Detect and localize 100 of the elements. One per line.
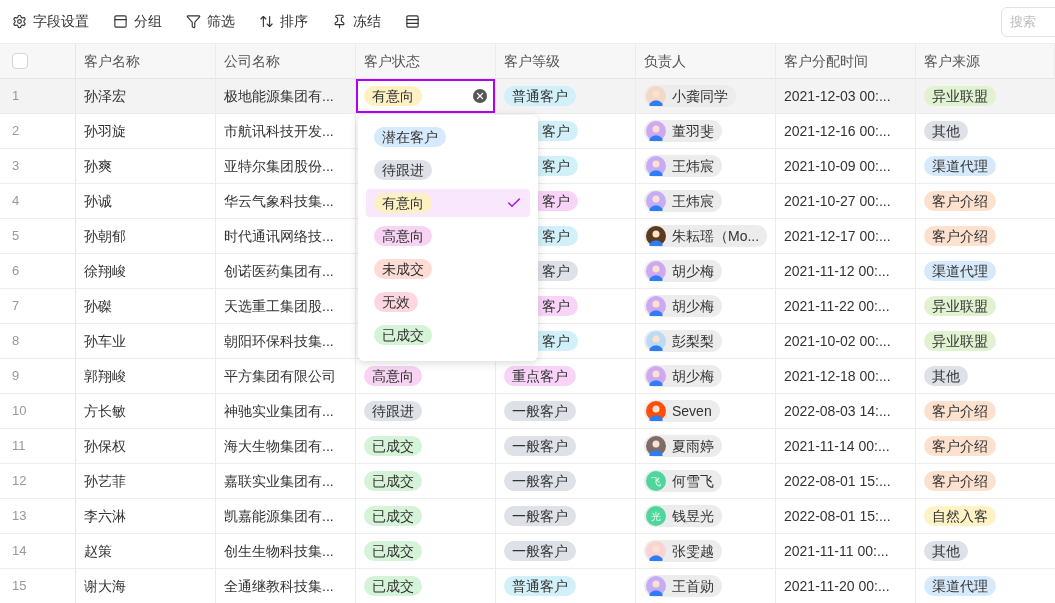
- status-tag: 已成交: [374, 325, 432, 345]
- level-tag: 客户: [538, 121, 578, 141]
- owner-chip: 胡少梅: [644, 295, 722, 317]
- source-tag: 渠道代理: [924, 156, 996, 176]
- table-cell-text: 亚特尔集团股份...: [224, 156, 334, 176]
- row-height-icon: [405, 14, 420, 29]
- table-cell-text: 凯嘉能源集团有...: [224, 506, 334, 526]
- table-cell-text: 方长敏: [84, 401, 126, 421]
- row-number: 12: [12, 472, 27, 491]
- column-header[interactable]: 客户名称: [84, 50, 140, 72]
- table-cell-text: 2021-11-22 00:...: [784, 296, 890, 316]
- level-tag: 客户: [538, 191, 578, 211]
- status-tag: 已成交: [364, 505, 422, 526]
- row-number: 4: [12, 192, 20, 211]
- table-cell-text: 市航讯科技开发...: [224, 121, 334, 141]
- panel-icon: [113, 14, 128, 29]
- level-tag: 重点客户: [504, 366, 576, 386]
- table-cell-text: 2022-08-01 15:...: [784, 471, 891, 491]
- row-number: 7: [12, 297, 20, 316]
- column-header[interactable]: 客户状态: [364, 50, 420, 72]
- dropdown-option[interactable]: 有意向: [366, 189, 530, 217]
- table-cell-text: 创诺医药集团有...: [224, 261, 334, 281]
- table-cell-text: 2021-11-14 00:...: [784, 436, 890, 456]
- column-header[interactable]: 客户来源: [924, 50, 980, 72]
- toolbar-button[interactable]: 冻结: [332, 11, 381, 32]
- table-cell-text: 孙磔: [84, 296, 112, 316]
- status-tag: 有意向: [374, 193, 432, 213]
- table-cell-text: 2021-12-18 00:...: [784, 366, 891, 386]
- level-tag: 一般客户: [504, 401, 576, 421]
- source-tag: 客户介绍: [924, 436, 996, 456]
- row-number: 13: [12, 507, 27, 526]
- table-cell-text: 创生生物科技集...: [224, 541, 334, 561]
- column-header[interactable]: 客户等级: [504, 50, 560, 72]
- row-number: 15: [12, 577, 27, 596]
- table-cell-text: 孙车业: [84, 331, 126, 351]
- row-number: 3: [12, 157, 20, 176]
- source-tag: 自然入客: [924, 506, 996, 526]
- column-header[interactable]: 客户分配时间: [784, 50, 868, 72]
- owner-chip: 飞 何雪飞: [644, 470, 722, 492]
- table-cell-text: 2021-12-03 00:...: [784, 86, 891, 106]
- level-tag: 客户: [538, 156, 578, 176]
- table-row[interactable]: 12 孙艺菲 嘉联实业集团有... 已成交 一般客户 飞 何雪飞 2022-08-01 15:... 客户介绍: [0, 464, 1055, 499]
- table-row[interactable]: 14 赵策 创生生物科技集... 已成交 一般客户 张雯越 2021-11-11 00:... 其他: [0, 534, 1055, 569]
- owner-chip: 董羽斐: [644, 120, 722, 142]
- source-tag: 其他: [924, 366, 968, 386]
- table-cell-text: 2022-08-03 14:...: [784, 401, 891, 421]
- table-row[interactable]: 10 方长敏 神驰实业集团有... 待跟进 一般客户 Seven 2022-08-03 14:... 客户介绍: [0, 394, 1055, 429]
- source-tag: 异业联盟: [924, 296, 996, 316]
- status-editor[interactable]: 有意向: [356, 79, 495, 113]
- status-tag: 高意向: [364, 365, 422, 386]
- level-tag: 客户: [538, 296, 578, 316]
- owner-chip: 光 钱昱光: [644, 505, 722, 527]
- toolbar-button[interactable]: [405, 14, 420, 29]
- owner-chip: 夏雨婷: [644, 435, 722, 457]
- table-cell-text: 孙泽宏: [84, 86, 126, 106]
- table-cell-text: 朝阳环保科技集...: [224, 331, 334, 351]
- owner-chip: 小龚同学: [644, 85, 736, 107]
- status-tag: 已成交: [364, 540, 422, 561]
- settings-icon: [12, 14, 27, 29]
- clear-icon[interactable]: [473, 89, 487, 103]
- level-tag: 普通客户: [504, 86, 576, 106]
- source-tag: 客户介绍: [924, 191, 996, 211]
- table-cell-text: 2021-10-27 00:...: [784, 191, 891, 211]
- status-tag: 无效: [374, 292, 418, 312]
- table-row[interactable]: 9 郭翔峻 平方集团有限公司 高意向 重点客户 胡少梅 2021-12-18 00:... 其他: [0, 359, 1055, 394]
- toolbar-button[interactable]: 分组: [113, 11, 162, 32]
- source-tag: 其他: [924, 121, 968, 141]
- table-cell-text: 徐翔峻: [84, 261, 126, 281]
- level-tag: 客户: [538, 261, 578, 281]
- row-number: 8: [12, 332, 20, 351]
- level-tag: 客户: [538, 331, 578, 351]
- column-header[interactable]: 负责人: [644, 50, 686, 72]
- row-number: 6: [12, 262, 20, 281]
- table-cell-text: 郭翔峻: [84, 366, 126, 386]
- table-row[interactable]: 1 孙泽宏 极地能源集团有... 有意向 普通客户 小龚同学 2021-12-03 00:... 异业联盟: [0, 79, 1055, 114]
- status-tag: 未成交: [374, 259, 432, 279]
- owner-chip: 王炜宸: [644, 190, 722, 212]
- row-number: 9: [12, 367, 20, 386]
- source-tag: 渠道代理: [924, 576, 996, 596]
- toolbar-button[interactable]: 排序: [259, 11, 308, 32]
- owner-chip: 彭梨梨: [644, 330, 722, 352]
- column-header[interactable]: 公司名称: [224, 50, 280, 72]
- table-cell-text: 神驰实业集团有...: [224, 401, 334, 421]
- table-row[interactable]: 11 孙保权 海大生物集团有... 已成交 一般客户 夏雨婷 2021-11-14 00:... 客户介绍: [0, 429, 1055, 464]
- search-field[interactable]: 搜索: [1001, 6, 1055, 37]
- status-tag: 待跟进: [364, 400, 422, 421]
- table-cell-text: 平方集团有限公司: [224, 366, 336, 386]
- toolbar-button[interactable]: 筛选: [186, 11, 235, 32]
- checkbox[interactable]: [12, 53, 28, 69]
- source-tag: 客户介绍: [924, 226, 996, 246]
- owner-chip: 张雯越: [644, 540, 722, 562]
- table-row[interactable]: 13 李六淋 凯嘉能源集团有... 已成交 一般客户 光 钱昱光 2022-08-01 15:... 自然入客: [0, 499, 1055, 534]
- table-cell-text: 极地能源集团有...: [224, 86, 334, 106]
- table-cell-text: 2021-11-11 00:...: [784, 541, 889, 561]
- table-cell-text: 孙保权: [84, 436, 126, 456]
- row-number: 5: [12, 227, 20, 246]
- source-tag: 客户介绍: [924, 471, 996, 491]
- table-cell-text: 嘉联实业集团有...: [224, 471, 334, 491]
- toolbar-button[interactable]: 字段设置: [12, 11, 89, 32]
- table-cell-text: 天选重工集团股...: [224, 296, 334, 316]
